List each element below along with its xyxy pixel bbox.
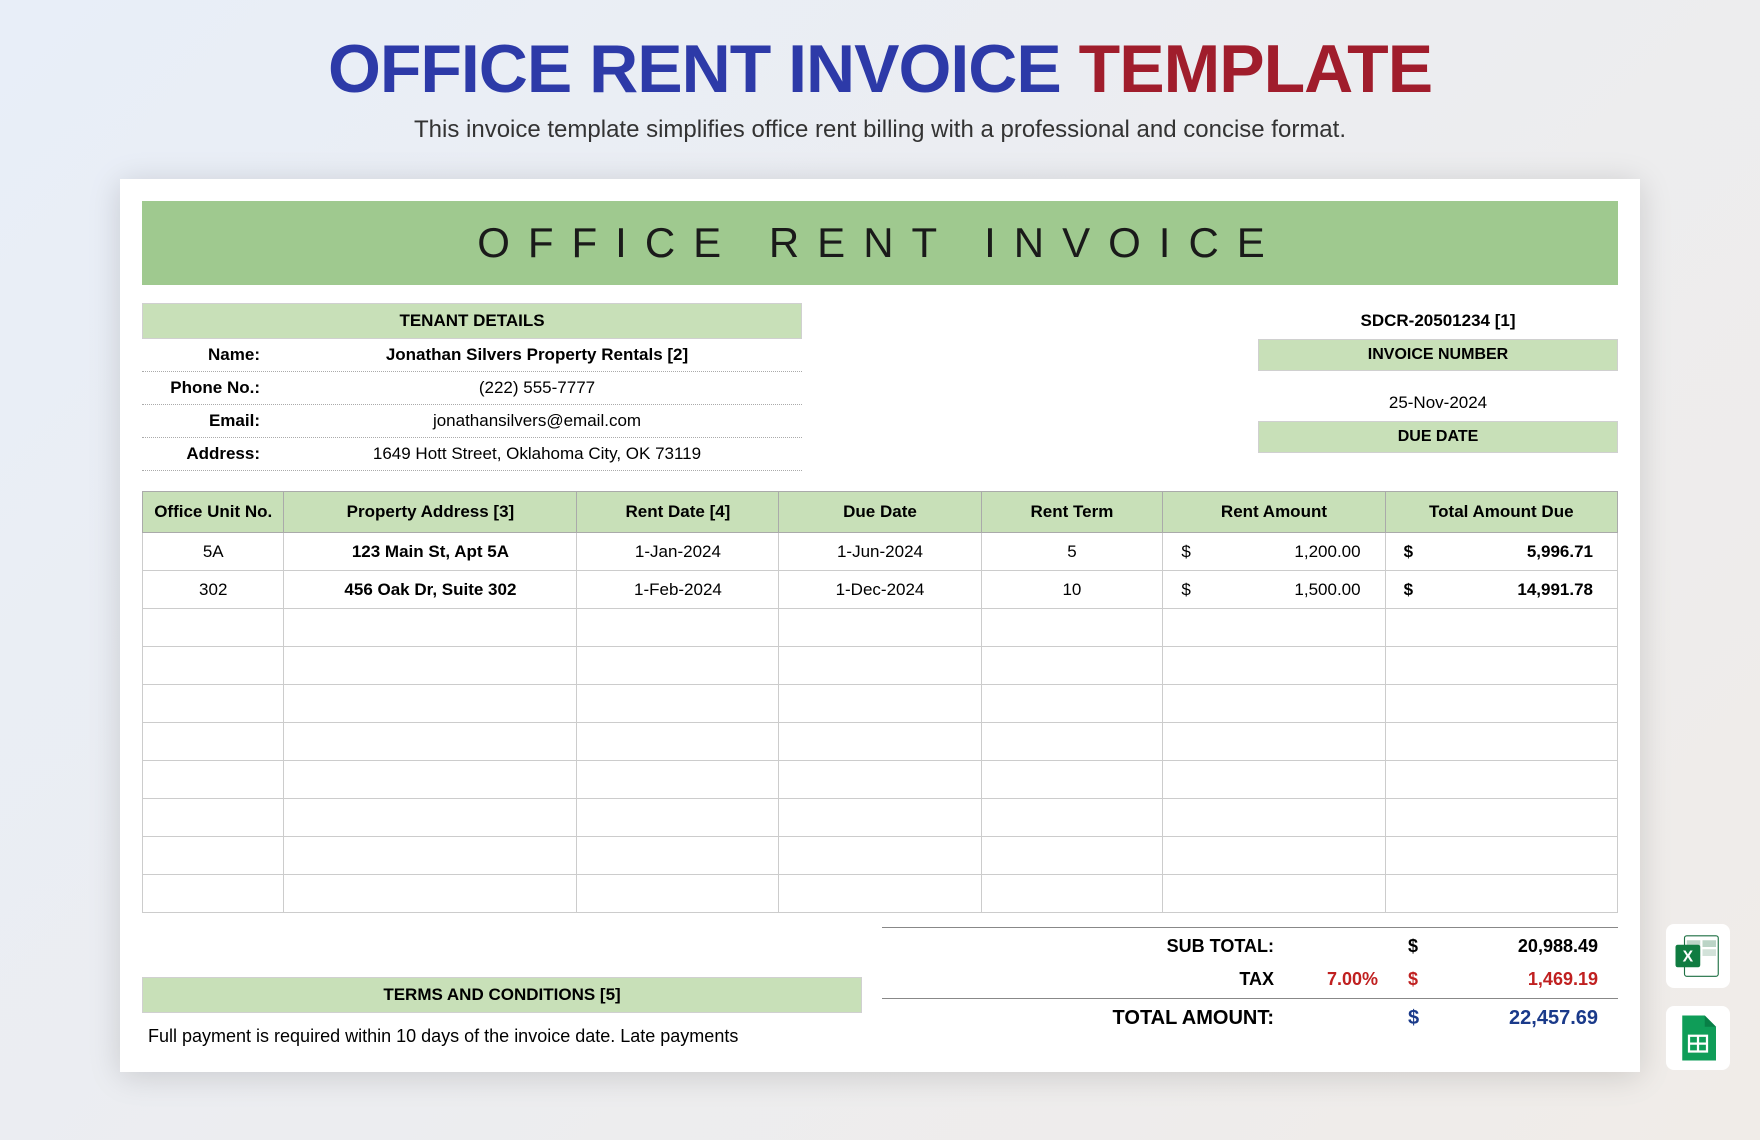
col-total-due: Total Amount Due — [1385, 492, 1617, 533]
due-date-label: DUE DATE — [1258, 421, 1618, 453]
table-row — [143, 723, 1618, 761]
tax-pct: 7.00% — [1288, 969, 1398, 990]
file-format-icons: X — [1666, 924, 1730, 1070]
table-row — [143, 609, 1618, 647]
col-unit: Office Unit No. — [143, 492, 284, 533]
cell-total: $14,991.78 — [1385, 571, 1617, 609]
total-currency: $ — [1398, 1007, 1438, 1030]
subtotal-value: 20,988.49 — [1438, 936, 1618, 957]
table-row — [143, 761, 1618, 799]
cell-rent-date: 1-Jan-2024 — [577, 533, 779, 571]
tenant-details-header: TENANT DETAILS — [142, 303, 802, 339]
invoice-number-value: SDCR-20501234 [1] — [1258, 303, 1618, 339]
cell-address: 123 Main St, Apt 5A — [284, 533, 577, 571]
google-sheets-icon[interactable] — [1666, 1006, 1730, 1070]
total-value: 22,457.69 — [1438, 1007, 1618, 1030]
col-due-date: Due Date — [779, 492, 981, 533]
tax-value: 1,469.19 — [1438, 969, 1618, 990]
cell-rent-date: 1-Feb-2024 — [577, 571, 779, 609]
terms-text: Full payment is required within 10 days … — [142, 1013, 862, 1050]
label-email: Email: — [142, 411, 272, 431]
table-row — [143, 647, 1618, 685]
cell-address: 456 Oak Dr, Suite 302 — [284, 571, 577, 609]
tenant-details-block: TENANT DETAILS Name: Jonathan Silvers Pr… — [142, 303, 802, 471]
table-row — [143, 799, 1618, 837]
cell-amount: $1,200.00 — [1163, 533, 1385, 571]
terms-block: TERMS AND CONDITIONS [5] Full payment is… — [142, 927, 862, 1050]
invoice-meta-block: SDCR-20501234 [1] INVOICE NUMBER 25-Nov-… — [1258, 303, 1618, 471]
tax-currency: $ — [1398, 969, 1438, 990]
label-phone: Phone No.: — [142, 378, 272, 398]
col-rent-term: Rent Term — [981, 492, 1163, 533]
invoice-table: Office Unit No. Property Address [3] Ren… — [142, 491, 1618, 913]
cell-due-date: 1-Dec-2024 — [779, 571, 981, 609]
table-row — [143, 837, 1618, 875]
tenant-phone: (222) 555-7777 — [272, 378, 802, 398]
cell-amount: $1,500.00 — [1163, 571, 1385, 609]
cell-term: 10 — [981, 571, 1163, 609]
title-suffix: TEMPLATE — [1079, 31, 1432, 107]
excel-icon[interactable]: X — [1666, 924, 1730, 988]
tenant-address: 1649 Hott Street, Oklahoma City, OK 7311… — [272, 444, 802, 464]
page-subtitle: This invoice template simplifies office … — [20, 116, 1740, 144]
invoice-banner: OFFICE RENT INVOICE — [142, 201, 1618, 285]
cell-unit: 302 — [143, 571, 284, 609]
tax-label: TAX — [882, 969, 1288, 990]
due-date-value: 25-Nov-2024 — [1258, 385, 1618, 421]
subtotal-label: SUB TOTAL: — [882, 936, 1288, 957]
invoice-document: OFFICE RENT INVOICE TENANT DETAILS Name:… — [120, 179, 1640, 1072]
page-title: OFFICE RENT INVOICE TEMPLATE — [20, 30, 1740, 108]
table-row: 302 456 Oak Dr, Suite 302 1-Feb-2024 1-D… — [143, 571, 1618, 609]
cell-unit: 5A — [143, 533, 284, 571]
tenant-name: Jonathan Silvers Property Rentals [2] — [272, 345, 802, 365]
totals-block: SUB TOTAL: $ 20,988.49 TAX 7.00% $ 1,469… — [862, 927, 1618, 1050]
total-label: TOTAL AMOUNT: — [882, 1007, 1288, 1030]
label-name: Name: — [142, 345, 272, 365]
title-main: OFFICE RENT INVOICE — [328, 31, 1061, 107]
table-row — [143, 875, 1618, 913]
terms-header: TERMS AND CONDITIONS [5] — [142, 977, 862, 1013]
table-row — [143, 685, 1618, 723]
subtotal-currency: $ — [1398, 936, 1438, 957]
cell-term: 5 — [981, 533, 1163, 571]
invoice-number-label: INVOICE NUMBER — [1258, 339, 1618, 371]
label-address: Address: — [142, 444, 272, 464]
col-address: Property Address [3] — [284, 492, 577, 533]
cell-due-date: 1-Jun-2024 — [779, 533, 981, 571]
col-rent-date: Rent Date [4] — [577, 492, 779, 533]
cell-total: $5,996.71 — [1385, 533, 1617, 571]
col-rent-amount: Rent Amount — [1163, 492, 1385, 533]
svg-text:X: X — [1683, 949, 1694, 966]
table-row: 5A 123 Main St, Apt 5A 1-Jan-2024 1-Jun-… — [143, 533, 1618, 571]
tenant-email: jonathansilvers@email.com — [272, 411, 802, 431]
